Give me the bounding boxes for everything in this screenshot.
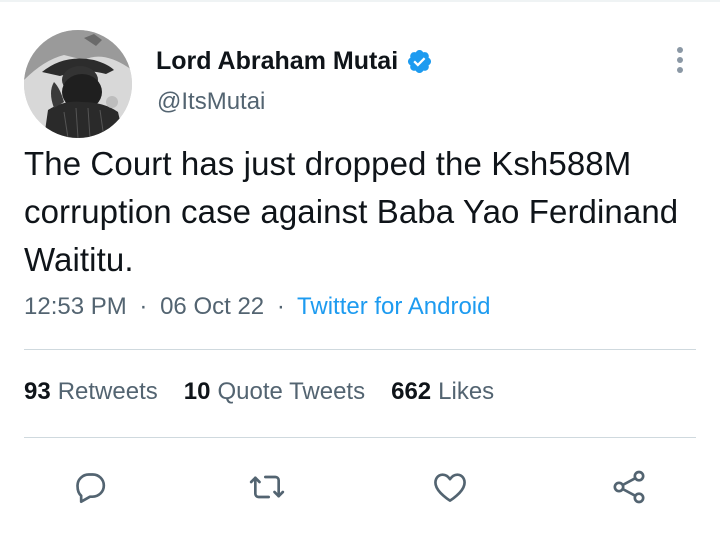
retweets-label: Retweets [57,378,158,405]
retweets-stat[interactable]: 93 Retweets [24,378,158,406]
tweet-stats: 93 Retweets 10 Quote Tweets 662 Likes [24,378,520,406]
share-button[interactable] [605,463,653,511]
reply-icon [70,467,110,507]
tweet-time[interactable]: 12:53 PM [24,293,127,320]
meta-separator: · [139,293,148,320]
like-button[interactable] [426,463,474,511]
quote-tweets-stat[interactable]: 10 Quote Tweets [184,378,365,406]
author-handle[interactable]: @ItsMutai [157,88,265,116]
verified-badge-icon [406,48,433,75]
avatar-image [24,30,132,138]
share-icon [609,467,649,507]
likes-count: 662 [391,378,432,405]
divider [24,437,696,438]
tweet-source-link[interactable]: Twitter for Android [297,293,490,320]
tweet-text: The Court has just dropped the Ksh588M c… [24,145,679,278]
more-vertical-icon[interactable] [668,42,692,78]
retweet-icon [247,467,287,507]
meta-separator: · [276,293,285,320]
tweet-meta: 12:53 PM · 06 Oct 22 · Twitter for Andro… [24,293,490,321]
tweet-actions [0,463,720,511]
likes-label: Likes [438,378,495,405]
quote-tweets-label: Quote Tweets [217,378,366,405]
tweet-date[interactable]: 06 Oct 22 [160,293,264,320]
quote-tweets-count: 10 [183,378,211,405]
top-border [0,0,720,2]
retweet-button[interactable] [243,463,291,511]
likes-stat[interactable]: 662 Likes [391,378,494,406]
reply-button[interactable] [66,463,114,511]
divider [24,349,696,350]
heart-icon [430,467,470,507]
display-name[interactable]: Lord Abraham Mutai [156,47,398,76]
avatar[interactable] [24,30,132,138]
author-name-row[interactable]: Lord Abraham Mutai [156,47,433,76]
retweets-count: 93 [24,378,51,405]
